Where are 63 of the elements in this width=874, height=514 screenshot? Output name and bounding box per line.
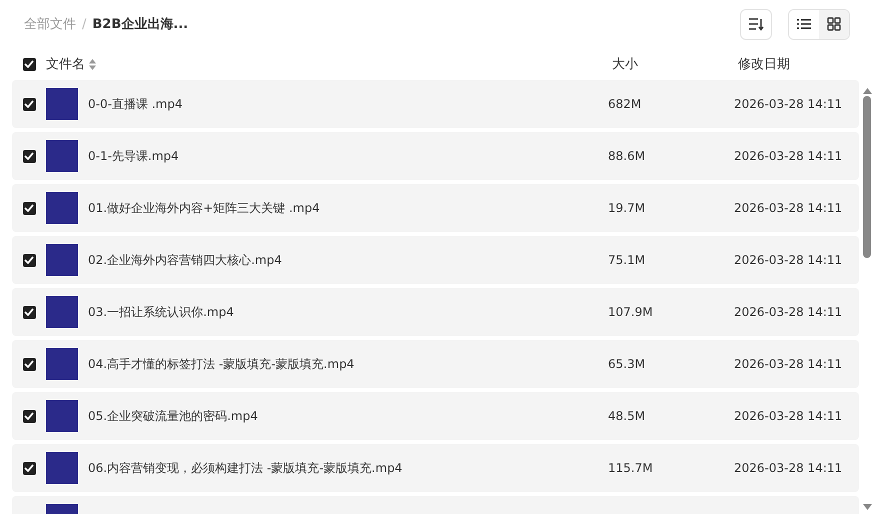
file-row[interactable]: 01.做好企业海外内容+矩阵三大关键 .mp4 19.7M 2026-03-28 14:11 — [12, 184, 859, 232]
video-thumbnail — [46, 140, 78, 172]
file-row[interactable]: 03.一招让系统认识你.mp4 107.9M 2026-03-28 14:11 — [12, 288, 859, 336]
list-icon — [797, 18, 811, 30]
file-row[interactable]: 02.企业海外内容营销四大核心.mp4 75.1M 2026-03-28 14:11 — [12, 236, 859, 284]
row-checkbox[interactable] — [22, 358, 36, 370]
modified-date: 2026-03-28 14:11 — [734, 357, 842, 371]
file-size: 682M — [608, 97, 642, 111]
file-name: 01.做好企业海外内容+矩阵三大关键 .mp4 — [88, 200, 321, 216]
modified-date: 2026-03-28 14:11 — [734, 461, 842, 475]
column-header[interactable]: 大小 — [612, 57, 638, 72]
sort-icon — [748, 17, 764, 31]
video-thumbnail — [46, 192, 78, 224]
file-name: 06.内容营销变现，必须构建打法 -蒙版填充-蒙版填充.mp4 — [88, 460, 404, 476]
file-size: 115.7M — [608, 461, 654, 475]
row-checkbox[interactable] — [22, 98, 36, 110]
file-size: 48.5M — [608, 409, 646, 423]
video-thumbnail — [46, 88, 78, 120]
video-thumbnail — [46, 400, 78, 432]
modified-date: 2026-03-28 14:11 — [734, 149, 842, 163]
modified-date: 2026-03-28 14:11 — [734, 253, 842, 267]
file-row[interactable]: 0-1-先导课.mp4 88.6M 2026-03-28 14:11 — [12, 132, 859, 180]
video-thumbnail — [46, 348, 78, 380]
grid-icon — [827, 17, 841, 31]
file-name: 0-0-直播课 .mp4 — [88, 96, 184, 112]
file-row[interactable]: 06.内容营销变现，必须构建打法 -蒙版填充-蒙版填充.mp4 115.7M 2026-03-28 14:11 — [12, 444, 859, 492]
scroll-up-icon[interactable] — [862, 88, 872, 94]
file-size: 75.1M — [608, 253, 646, 267]
video-thumbnail — [46, 452, 78, 484]
row-checkbox[interactable] — [22, 150, 36, 162]
modified-date: 2026-03-28 14:11 — [734, 409, 842, 423]
file-size: 19.7M — [608, 201, 646, 215]
file-size: 107.9M — [608, 305, 654, 319]
sort-button[interactable] — [740, 8, 772, 40]
row-checkbox[interactable] — [22, 254, 36, 266]
video-thumbnail — [46, 244, 78, 276]
breadcrumb-current: B2B企业出海... — [92, 16, 188, 33]
file-name: 02.企业海外内容营销四大核心.mp4 — [88, 252, 283, 268]
file-name: 05.企业突破流量池的密码.mp4 — [88, 408, 259, 424]
file-size: 88.6M — [608, 149, 646, 163]
file-row[interactable]: 04.高手才懂的标签打法 -蒙版填充-蒙版填充.mp4 65.3M 2026-03-28 14:11 — [12, 340, 859, 388]
file-row[interactable]: 0-0-直播课 .mp4 682M 2026-03-28 14:11 — [12, 80, 859, 128]
sort-arrows-icon[interactable] — [89, 58, 96, 70]
file-size: 65.3M — [608, 357, 646, 371]
modified-date: 2026-03-28 14:11 — [734, 305, 842, 319]
scrollbar-thumb[interactable] — [863, 96, 871, 258]
modified-date: 2026-03-28 14:11 — [734, 97, 842, 111]
scroll-down-icon[interactable] — [862, 504, 872, 510]
file-name: 04.高手才懂的标签打法 -蒙版填充-蒙版填充.mp4 — [88, 356, 356, 372]
select-all-checkbox[interactable] — [22, 58, 36, 70]
column-header[interactable]: 文件名 — [46, 55, 85, 73]
row-checkbox[interactable] — [22, 410, 36, 422]
grid-view-button[interactable] — [819, 10, 849, 38]
breadcrumb-separator: / — [82, 16, 86, 32]
row-checkbox[interactable] — [22, 202, 36, 214]
file-name: 0-1-先导课.mp4 — [88, 148, 180, 164]
video-thumbnail — [46, 296, 78, 328]
row-checkbox[interactable] — [22, 306, 36, 318]
file-row[interactable]: 05.企业突破流量池的密码.mp4 48.5M 2026-03-28 14:11 — [12, 392, 859, 440]
row-checkbox[interactable] — [22, 462, 36, 474]
column-header[interactable]: 修改日期 — [738, 57, 790, 72]
file-name: 03.一招让系统认识你.mp4 — [88, 304, 235, 320]
modified-date: 2026-03-28 14:11 — [734, 201, 842, 215]
